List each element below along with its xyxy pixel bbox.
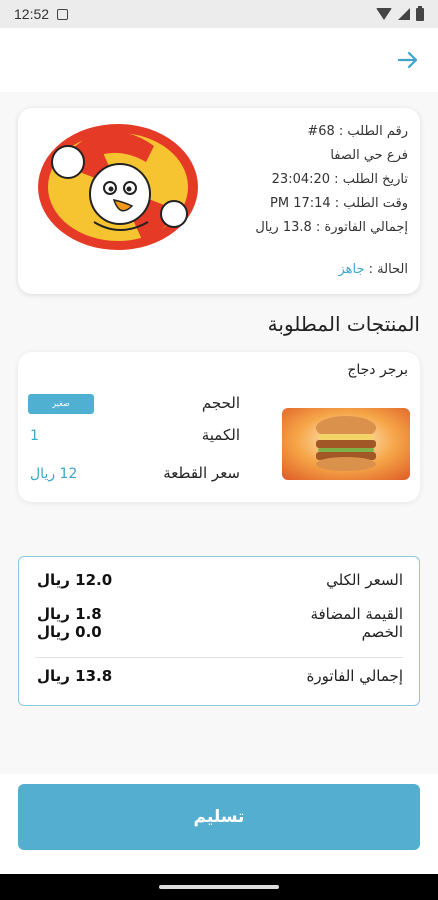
- status-label: الحالة :: [368, 262, 408, 277]
- app-header: [0, 28, 438, 92]
- system-nav-bar: [0, 874, 438, 900]
- restaurant-mascot-logo: [34, 122, 202, 252]
- discount-label: الخصم: [361, 623, 403, 641]
- order-branch: فرع حي الصفا: [330, 148, 408, 163]
- invoice-total-label: إجمالي الفاتورة: [306, 667, 403, 685]
- invoice-total-value: 13.8 ريال: [37, 667, 113, 685]
- order-status: الحالة : جاهز: [338, 262, 408, 277]
- section-title: المنتجات المطلوبة: [267, 312, 420, 336]
- back-button[interactable]: [394, 46, 422, 74]
- product-card: برجر دجاج الحجم صغير الكمية 1 سعر القطعة…: [18, 352, 420, 502]
- subtotal-value: 12.0 ريال: [37, 571, 113, 589]
- order-number: رقم الطلب : 68#: [307, 124, 408, 139]
- status-badge: جاهز: [338, 262, 365, 277]
- subtotal-label: السعر الكلي: [326, 571, 403, 589]
- order-card: رقم الطلب : 68# فرع حي الصفا تاريخ الطلب…: [18, 108, 420, 294]
- order-time: وقت الطلب : PM 17:14: [270, 196, 408, 211]
- arrow-right-icon: [397, 51, 418, 69]
- order-invoice-total: إجمالي الفاتورة : 13.8 ريال: [255, 220, 408, 235]
- vat-label: القيمة المضافة: [310, 605, 403, 623]
- status-time: 12:52: [14, 6, 50, 22]
- unit-price-label: سعر القطعة: [163, 464, 240, 482]
- burger-image: [282, 408, 410, 480]
- order-date: تاريخ الطلب : 23:04:20: [271, 172, 408, 187]
- signal-icon: [398, 8, 410, 20]
- deliver-button[interactable]: تسليم: [18, 784, 420, 850]
- home-handle[interactable]: [159, 885, 279, 889]
- order-info: رقم الطلب : 68# فرع حي الصفا تاريخ الطلب…: [255, 120, 408, 240]
- discount-value: 0.0 ريال: [37, 623, 102, 641]
- status-bar: 12:52: [0, 0, 438, 28]
- totals-card: السعر الكلي 12.0 ريال القيمة المضافة 1.8…: [18, 556, 420, 706]
- vat-value: 1.8 ريال: [37, 605, 102, 623]
- totals-divider: [35, 657, 403, 658]
- notification-icon: [57, 8, 69, 20]
- bottom-panel: تسليم: [0, 774, 438, 874]
- battery-icon: [416, 5, 424, 21]
- wifi-icon: [376, 8, 392, 20]
- unit-price-value: 12 ريال: [30, 466, 78, 482]
- status-icons: [376, 5, 424, 21]
- size-badge: صغير: [28, 394, 94, 414]
- quantity-value: 1: [30, 428, 39, 444]
- quantity-label: الكمية: [201, 426, 240, 444]
- size-label: الحجم: [201, 394, 240, 412]
- product-name: برجر دجاج: [347, 362, 408, 378]
